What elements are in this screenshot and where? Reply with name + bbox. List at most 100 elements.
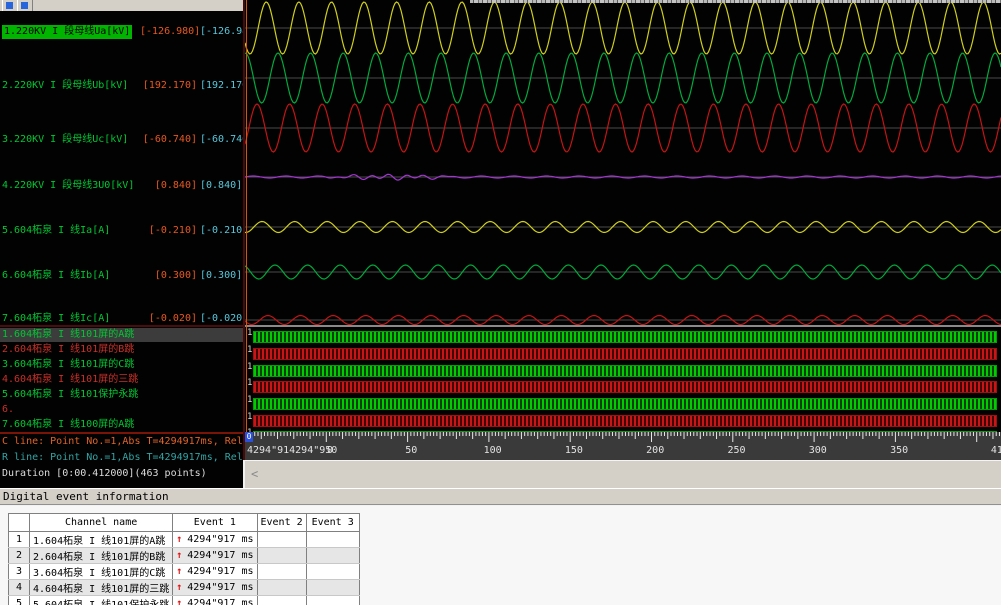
- digital-event-table: Channel name Event 1 Event 2 Event 3 11.…: [8, 513, 360, 605]
- row-number: 3: [9, 564, 30, 580]
- cursor-position-marker[interactable]: 0: [245, 432, 253, 442]
- header-row-number: [9, 514, 30, 532]
- time-cursor-line[interactable]: [246, 0, 247, 432]
- section-title-bar: Digital event information: [0, 488, 1001, 505]
- scroll-left-arrow-icon[interactable]: <: [251, 467, 258, 481]
- rising-edge-arrow-icon: ↑: [176, 534, 182, 545]
- event-table-row[interactable]: 33.604柘泉 I 线101屏的C跳↑ 4294"917 ms: [9, 564, 360, 580]
- event-channel-name: 3.604柘泉 I 线101屏的C跳: [30, 564, 173, 580]
- event-1-cell: ↑4294"917 ms: [173, 596, 257, 605]
- event-2-cell: [257, 548, 306, 564]
- event-3-cell: [306, 564, 359, 580]
- analog-waveform-plot[interactable]: [245, 0, 1001, 327]
- digital-trace-bar[interactable]: [253, 365, 997, 377]
- row-number: 1: [9, 532, 30, 548]
- analog-channel-label[interactable]: 7.604柘泉 I 线Ic[A]: [2, 312, 110, 326]
- event-2-cell: [257, 580, 306, 596]
- cursor-value-1: [-60.740]: [140, 133, 197, 147]
- digital-trace-plot[interactable]: 1111111: [245, 327, 1001, 432]
- event-table-row[interactable]: 44.604柘泉 I 线101屏的三跳↑4294"917 ms: [9, 580, 360, 596]
- event-table-header-row: Channel name Event 1 Event 2 Event 3: [9, 514, 360, 532]
- event-channel-name: 4.604柘泉 I 线101屏的三跳: [30, 580, 173, 596]
- analog-channel-row[interactable]: 6.604柘泉 I 线Ib[A] [0.300][0.300]: [0, 269, 243, 283]
- event-3-cell: [306, 548, 359, 564]
- ruler-tick-label: 50: [405, 445, 417, 456]
- event-table-row[interactable]: 55.604柘泉 I 线101保护永跳↑4294"917 ms: [9, 596, 360, 605]
- cursor-value-1: [-0.210]: [140, 224, 197, 238]
- rising-edge-arrow-icon: ↑: [176, 566, 182, 577]
- time-ruler[interactable]: 0 4294"914294"950 0501001502002503003504…: [245, 432, 1001, 460]
- event-3-cell: [306, 596, 359, 605]
- header-event-1: Event 1: [173, 514, 257, 532]
- digital-trace-bar[interactable]: [253, 398, 997, 410]
- analog-digital-separator: [0, 325, 243, 327]
- ruler-tick-label: 200: [646, 445, 664, 456]
- ruler-ticks: [245, 432, 1001, 460]
- r-line-status: R line: Point No.=1,Abs T=4294917ms, Rel…: [2, 452, 243, 464]
- digital-channel-label[interactable]: 2.604柘泉 I 线101屏的B跳: [0, 343, 243, 357]
- event-channel-name: 1.604柘泉 I 线101屏的A跳: [30, 532, 173, 548]
- cursor-value-1: [192.170]: [140, 79, 197, 93]
- analog-channel-row[interactable]: 1.220KV I 段母线Ua[kV][-126.980][-126.980]: [0, 25, 243, 39]
- ruler-tick-label: 100: [484, 445, 502, 456]
- analog-channel-row[interactable]: 2.220KV I 段母线Ub[kV] [192.170][192.170]: [0, 79, 243, 93]
- analog-channel-label[interactable]: 4.220KV I 段母线3U0[kV]: [2, 179, 134, 193]
- analog-channel-row[interactable]: 5.604柘泉 I 线Ia[A][-0.210][-0.210]: [0, 224, 243, 238]
- digital-channel-label[interactable]: 1.604柘泉 I 线101屏的A跳: [0, 328, 243, 342]
- ruler-tick-label: 300: [809, 445, 827, 456]
- analog-channel-row[interactable]: 7.604柘泉 I 线Ic[A][-0.020][-0.020]: [0, 312, 243, 326]
- digital-channel-label[interactable]: 6.: [0, 403, 243, 417]
- cursor-value-2: [192.170]: [200, 79, 243, 93]
- digital-channel-label[interactable]: 5.604柘泉 I 线101保护永跳: [0, 388, 243, 402]
- digital-channel-label[interactable]: 7.604柘泉 I 线100屏的A跳: [0, 418, 243, 432]
- rising-edge-arrow-icon: ↑: [176, 550, 182, 561]
- horizontal-scrollbar[interactable]: <: [245, 460, 1001, 488]
- digital-trace-bar[interactable]: [253, 331, 997, 343]
- analog-channel-row[interactable]: 3.220KV I 段母线Uc[kV] [-60.740][-60.740]: [0, 133, 243, 147]
- digital-channel-label[interactable]: 4.604柘泉 I 线101屏的三跳: [0, 373, 243, 387]
- event-1-cell: ↑4294"917 ms: [173, 548, 257, 564]
- event-2-cell: [257, 596, 306, 605]
- event-channel-name: 2.604柘泉 I 线101屏的B跳: [30, 548, 173, 564]
- toolbar-button-1[interactable]: [2, 0, 18, 11]
- event-1-cell: ↑ 4294"917 ms: [173, 532, 257, 548]
- event-1-time: 4294"917 ms: [187, 534, 253, 545]
- event-2-cell: [257, 564, 306, 580]
- status-separator: [0, 432, 243, 434]
- analog-channel-label[interactable]: 2.220KV I 段母线Ub[kV]: [2, 79, 128, 93]
- section-title: Digital event information: [3, 490, 169, 503]
- c-line-status: C line: Point No.=1,Abs T=4294917ms, Rel…: [2, 436, 243, 448]
- ruler-tick-label: 0: [327, 445, 333, 456]
- row-number: 4: [9, 580, 30, 596]
- analog-channel-label[interactable]: 5.604柘泉 I 线Ia[A]: [2, 224, 110, 238]
- cursor-value-1: [0.300]: [140, 269, 197, 283]
- analog-channel-row[interactable]: 4.220KV I 段母线3U0[kV][0.840][0.840]: [0, 179, 243, 193]
- analog-channel-label[interactable]: 1.220KV I 段母线Ua[kV]: [2, 25, 132, 39]
- row-number: 2: [9, 548, 30, 564]
- analog-channel-label[interactable]: 6.604柘泉 I 线Ib[A]: [2, 269, 110, 283]
- toolbar-icon-2: [21, 2, 28, 9]
- toolbar-button-2[interactable]: [17, 0, 33, 11]
- clipped-title-sliver: [470, 0, 1001, 3]
- event-2-cell: [257, 532, 306, 548]
- ruler-tick-label: 150: [565, 445, 583, 456]
- cursor-value-2: [-60.740]: [200, 133, 243, 147]
- channel-list-panel: 1.220KV I 段母线Ua[kV][-126.980][-126.980]2…: [0, 11, 243, 488]
- event-1-time: 4294"917 ms: [187, 566, 253, 577]
- cursor-value-1: [-0.020]: [140, 312, 197, 326]
- cursor-value-2: [-126.980]: [200, 25, 243, 39]
- event-3-cell: [306, 580, 359, 596]
- ruler-tick-label: 350: [890, 445, 908, 456]
- analog-channel-label[interactable]: 3.220KV I 段母线Uc[kV]: [2, 133, 128, 147]
- event-1-time: 4294"917 ms: [187, 598, 253, 605]
- header-channel-name: Channel name: [30, 514, 173, 532]
- digital-trace-bar[interactable]: [253, 381, 997, 393]
- event-table-row[interactable]: 22.604柘泉 I 线101屏的B跳↑4294"917 ms: [9, 548, 360, 564]
- cursor-value-2: [0.300]: [200, 269, 242, 283]
- rising-edge-arrow-icon: ↑: [176, 582, 182, 593]
- digital-trace-bar[interactable]: [253, 348, 997, 360]
- digital-trace-bar[interactable]: [253, 415, 997, 427]
- digital-channel-label[interactable]: 3.604柘泉 I 线101屏的C跳: [0, 358, 243, 372]
- event-table-row[interactable]: 11.604柘泉 I 线101屏的A跳↑ 4294"917 ms: [9, 532, 360, 548]
- ruler-tick-label: 412: [991, 445, 1001, 456]
